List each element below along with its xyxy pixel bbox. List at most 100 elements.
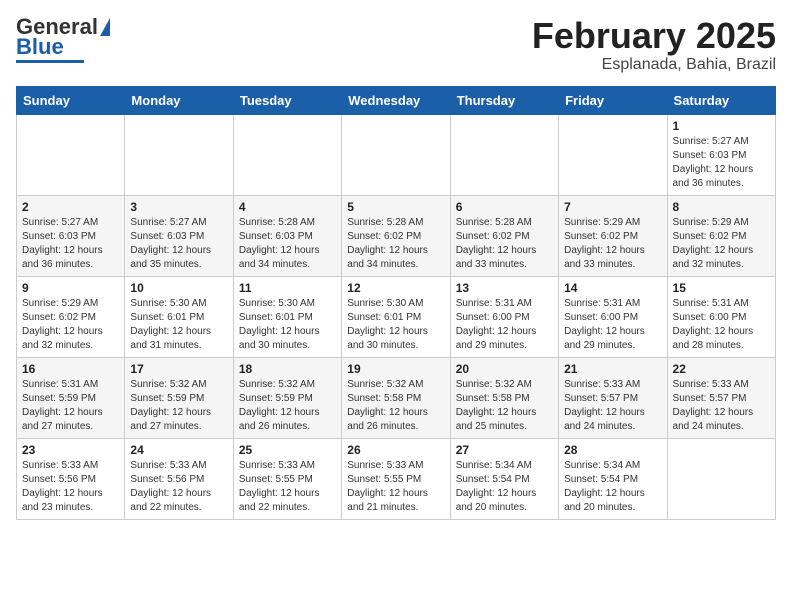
day-number: 8 [673,200,770,214]
calendar-day-cell: 28 Sunrise: 5:34 AM Sunset: 5:54 PM Dayli… [559,438,667,519]
weekday-header-friday: Friday [559,86,667,114]
calendar-day-cell: 27Sunrise: 5:34 AM Sunset: 5:54 PM Dayli… [450,438,558,519]
day-number: 3 [130,200,227,214]
calendar-day-cell: 14 Sunrise: 5:31 AM Sunset: 6:00 PM Dayli… [559,276,667,357]
day-info: Sunrise: 5:30 AM Sunset: 6:01 PM Dayligh… [239,297,336,353]
calendar-day-cell: 17 Sunrise: 5:32 AM Sunset: 5:59 PM Dayli… [125,357,233,438]
calendar-day-cell: 16 Sunrise: 5:31 AM Sunset: 5:59 PM Dayli… [17,357,125,438]
day-info: Sunrise: 5:27 AM Sunset: 6:03 PM Dayligh… [130,216,227,272]
calendar-day-cell: 7 Sunrise: 5:29 AM Sunset: 6:02 PM Daylig… [559,195,667,276]
calendar-day-cell [559,114,667,195]
calendar-day-cell [233,114,341,195]
day-number: 4 [239,200,336,214]
day-number: 1 [673,119,770,133]
day-info: Sunrise: 5:29 AM Sunset: 6:02 PM Dayligh… [673,216,770,272]
weekday-header-thursday: Thursday [450,86,558,114]
day-info: Sunrise: 5:29 AM Sunset: 6:02 PM Dayligh… [564,216,661,272]
day-number: 22 [673,362,770,376]
logo-triangle-icon [100,18,110,36]
day-number: 5 [347,200,444,214]
day-number: 17 [130,362,227,376]
calendar-week-row: 9 Sunrise: 5:29 AM Sunset: 6:02 PM Daylig… [17,276,776,357]
day-info: Sunrise: 5:34 AM Sunset: 5:54 PM Dayligh… [564,459,661,515]
calendar-week-row: 2 Sunrise: 5:27 AM Sunset: 6:03 PM Daylig… [17,195,776,276]
day-info: Sunrise: 5:29 AM Sunset: 6:02 PM Dayligh… [22,297,119,353]
calendar-day-cell: 4 Sunrise: 5:28 AM Sunset: 6:03 PM Daylig… [233,195,341,276]
calendar-title: February 2025 [532,16,776,56]
day-info: Sunrise: 5:32 AM Sunset: 5:59 PM Dayligh… [130,378,227,434]
day-number: 11 [239,281,336,295]
calendar-week-row: 16 Sunrise: 5:31 AM Sunset: 5:59 PM Dayli… [17,357,776,438]
day-info: Sunrise: 5:27 AM Sunset: 6:03 PM Dayligh… [22,216,119,272]
day-number: 13 [456,281,553,295]
calendar-table: SundayMondayTuesdayWednesdayThursdayFrid… [16,86,776,520]
calendar-day-cell: 18 Sunrise: 5:32 AM Sunset: 5:59 PM Dayli… [233,357,341,438]
calendar-week-row: 1 Sunrise: 5:27 AM Sunset: 6:03 PM Daylig… [17,114,776,195]
day-info: Sunrise: 5:31 AM Sunset: 6:00 PM Dayligh… [673,297,770,353]
day-info: Sunrise: 5:33 AM Sunset: 5:56 PM Dayligh… [22,459,119,515]
day-info: Sunrise: 5:34 AM Sunset: 5:54 PM Dayligh… [456,459,553,515]
calendar-day-cell: 15 Sunrise: 5:31 AM Sunset: 6:00 PM Dayli… [667,276,775,357]
calendar-day-cell: 8 Sunrise: 5:29 AM Sunset: 6:02 PM Daylig… [667,195,775,276]
day-info: Sunrise: 5:31 AM Sunset: 6:00 PM Dayligh… [564,297,661,353]
day-info: Sunrise: 5:30 AM Sunset: 6:01 PM Dayligh… [130,297,227,353]
calendar-day-cell: 21Sunrise: 5:33 AM Sunset: 5:57 PM Dayli… [559,357,667,438]
weekday-header-sunday: Sunday [17,86,125,114]
day-info: Sunrise: 5:28 AM Sunset: 6:02 PM Dayligh… [347,216,444,272]
day-number: 15 [673,281,770,295]
day-info: Sunrise: 5:33 AM Sunset: 5:57 PM Dayligh… [564,378,661,434]
day-info: Sunrise: 5:27 AM Sunset: 6:03 PM Dayligh… [673,135,770,191]
day-number: 7 [564,200,661,214]
day-number: 9 [22,281,119,295]
day-number: 2 [22,200,119,214]
calendar-week-row: 23 Sunrise: 5:33 AM Sunset: 5:56 PM Dayli… [17,438,776,519]
calendar-day-cell: 9 Sunrise: 5:29 AM Sunset: 6:02 PM Daylig… [17,276,125,357]
day-number: 19 [347,362,444,376]
calendar-day-cell: 11 Sunrise: 5:30 AM Sunset: 6:01 PM Dayli… [233,276,341,357]
day-info: Sunrise: 5:30 AM Sunset: 6:01 PM Dayligh… [347,297,444,353]
day-number: 23 [22,443,119,457]
title-block: February 2025 Esplanada, Bahia, Brazil [532,16,776,74]
calendar-subtitle: Esplanada, Bahia, Brazil [532,56,776,74]
logo-underline [16,60,84,63]
day-info: Sunrise: 5:32 AM Sunset: 5:59 PM Dayligh… [239,378,336,434]
day-number: 10 [130,281,227,295]
weekday-header-saturday: Saturday [667,86,775,114]
day-number: 26 [347,443,444,457]
weekday-header-wednesday: Wednesday [342,86,450,114]
day-info: Sunrise: 5:31 AM Sunset: 6:00 PM Dayligh… [456,297,553,353]
calendar-day-cell [342,114,450,195]
calendar-day-cell [667,438,775,519]
day-info: Sunrise: 5:33 AM Sunset: 5:55 PM Dayligh… [347,459,444,515]
calendar-day-cell: 6Sunrise: 5:28 AM Sunset: 6:02 PM Daylig… [450,195,558,276]
day-number: 14 [564,281,661,295]
day-info: Sunrise: 5:28 AM Sunset: 6:03 PM Dayligh… [239,216,336,272]
calendar-day-cell: 22Sunrise: 5:33 AM Sunset: 5:57 PM Dayli… [667,357,775,438]
calendar-day-cell [450,114,558,195]
calendar-day-cell: 2 Sunrise: 5:27 AM Sunset: 6:03 PM Daylig… [17,195,125,276]
weekday-header-monday: Monday [125,86,233,114]
day-number: 18 [239,362,336,376]
calendar-day-cell: 19 Sunrise: 5:32 AM Sunset: 5:58 PM Dayli… [342,357,450,438]
weekday-header-row: SundayMondayTuesdayWednesdayThursdayFrid… [17,86,776,114]
day-number: 12 [347,281,444,295]
logo-blue: Blue [16,36,64,58]
weekday-header-tuesday: Tuesday [233,86,341,114]
day-number: 20 [456,362,553,376]
day-info: Sunrise: 5:28 AM Sunset: 6:02 PM Dayligh… [456,216,553,272]
day-info: Sunrise: 5:33 AM Sunset: 5:55 PM Dayligh… [239,459,336,515]
logo: General Blue [16,16,110,63]
day-number: 28 [564,443,661,457]
day-info: Sunrise: 5:32 AM Sunset: 5:58 PM Dayligh… [347,378,444,434]
day-number: 16 [22,362,119,376]
calendar-day-cell [17,114,125,195]
calendar-day-cell: 24Sunrise: 5:33 AM Sunset: 5:56 PM Dayli… [125,438,233,519]
day-info: Sunrise: 5:32 AM Sunset: 5:58 PM Dayligh… [456,378,553,434]
calendar-day-cell: 12 Sunrise: 5:30 AM Sunset: 6:01 PM Dayli… [342,276,450,357]
calendar-day-cell: 3 Sunrise: 5:27 AM Sunset: 6:03 PM Daylig… [125,195,233,276]
calendar-day-cell: 23 Sunrise: 5:33 AM Sunset: 5:56 PM Dayli… [17,438,125,519]
day-info: Sunrise: 5:31 AM Sunset: 5:59 PM Dayligh… [22,378,119,434]
calendar-day-cell: 20 Sunrise: 5:32 AM Sunset: 5:58 PM Dayli… [450,357,558,438]
calendar-day-cell: 26 Sunrise: 5:33 AM Sunset: 5:55 PM Dayli… [342,438,450,519]
day-number: 25 [239,443,336,457]
